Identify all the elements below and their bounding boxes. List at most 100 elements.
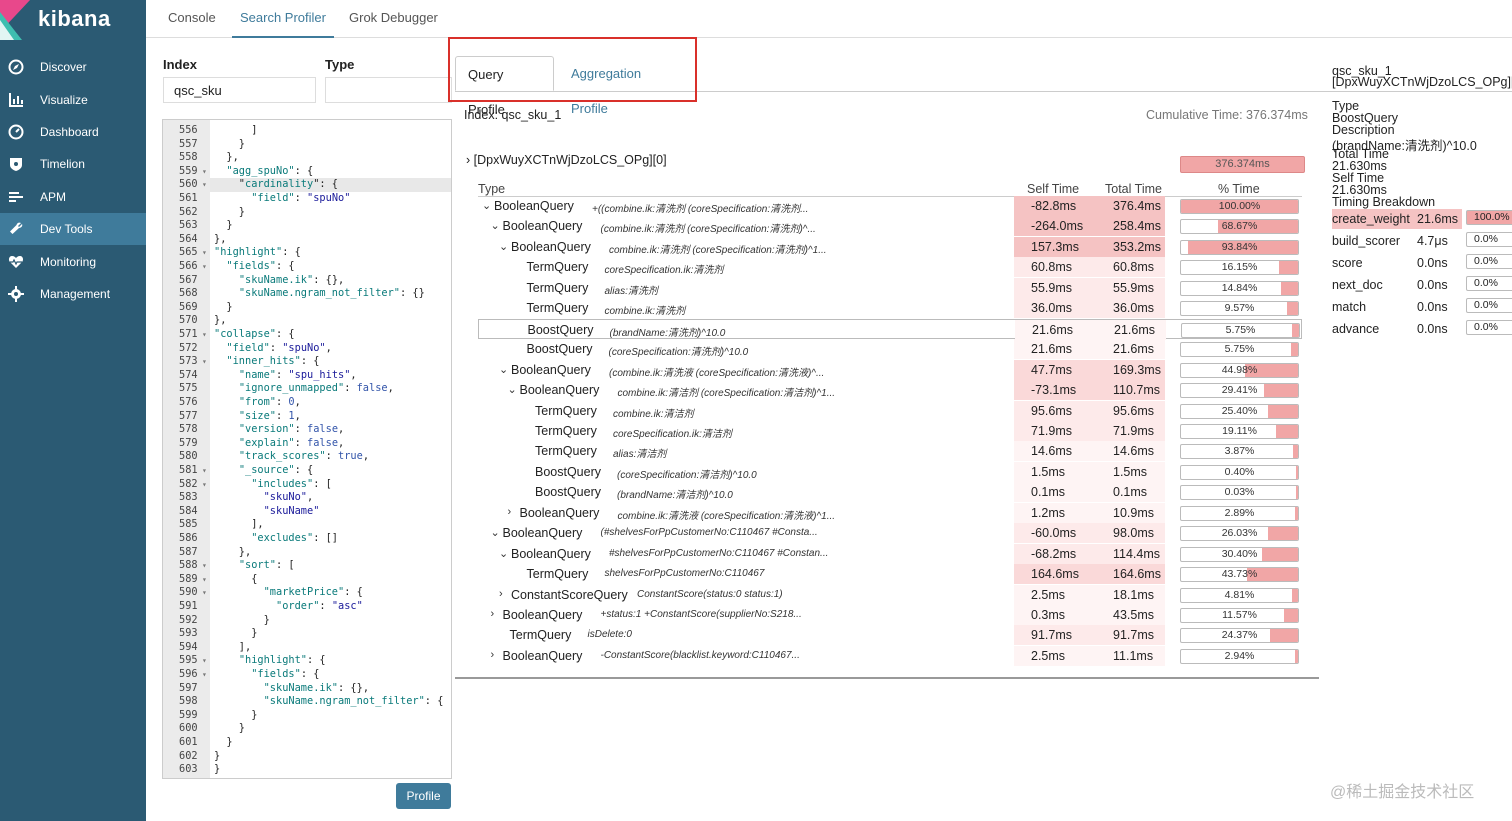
- line-number: 568: [163, 287, 210, 301]
- chevron-down-icon[interactable]: ⌄: [482, 199, 491, 212]
- table-row[interactable]: › BooleanQuery combine.ik:清洗液 (coreSpecifi…: [478, 502, 1302, 523]
- total-time: 110.7ms: [1088, 380, 1165, 401]
- code-token: ,: [362, 450, 370, 463]
- kibana-logo[interactable]: kibana: [0, 0, 146, 40]
- chevron-down-icon[interactable]: ⌄: [499, 240, 508, 253]
- code-token: "highlight": [214, 246, 283, 259]
- tab-grok-debugger[interactable]: Grok Debugger: [341, 0, 446, 38]
- code-line: "marketPrice": {: [214, 586, 363, 600]
- chevron-right-icon[interactable]: ›: [499, 588, 503, 600]
- table-row[interactable]: ⌄ BooleanQuery combine.ik:清洁剂 (coreSpecifi…: [478, 380, 1302, 401]
- chevron-down-icon[interactable]: ⌄: [508, 383, 517, 396]
- index-label: Index: [163, 57, 197, 72]
- chevron-down-icon[interactable]: ⌄: [491, 219, 500, 232]
- fold-toggle-icon[interactable]: ▾: [202, 668, 207, 682]
- breakdown-name: score: [1332, 256, 1363, 270]
- chevron-down-icon[interactable]: ⌄: [499, 363, 508, 376]
- fold-toggle-icon[interactable]: ▾: [202, 573, 207, 587]
- table-row[interactable]: TermQuery shelvesForPpCustomerNo:C110467 1…: [478, 564, 1302, 585]
- chevron-down-icon[interactable]: ⌄: [499, 547, 508, 560]
- query-editor[interactable]: 556 557 558 559 ▾ 560 ▾ 561 562 563 564 565 ▾ 566 ▾ 567…: [162, 119, 452, 779]
- code-token: ,: [294, 409, 301, 422]
- percent-time-bar: 14.84%: [1180, 280, 1299, 296]
- fold-toggle-icon[interactable]: ▾: [202, 586, 207, 600]
- sidebar-item-management[interactable]: Management: [0, 278, 146, 310]
- fold-toggle-icon[interactable]: ▾: [202, 355, 207, 369]
- table-row[interactable]: TermQuery alias:清洁剂 14.6ms 14.6ms 3.87%: [478, 441, 1302, 462]
- query-description: alias:清洗剂: [604, 285, 658, 297]
- table-row[interactable]: BoostQuery (coreSpecification:清洗剂)^10.0 21…: [478, 339, 1302, 360]
- fold-toggle-icon[interactable]: ▾: [202, 178, 207, 192]
- table-row[interactable]: ⌄ BooleanQuery #shelvesForPpCustomerNo:C11…: [478, 543, 1302, 564]
- query-type: BooleanQuery: [519, 383, 600, 398]
- query-type: BoostQuery: [535, 485, 602, 500]
- line-number: 575: [163, 382, 210, 396]
- fold-toggle-icon[interactable]: ▾: [202, 654, 207, 668]
- table-row[interactable]: BoostQuery (brandName:清洁剂)^10.0 0.1ms 0.1ms…: [478, 482, 1302, 503]
- fold-toggle-icon[interactable]: ▾: [202, 260, 207, 274]
- total-time: 55.9ms: [1088, 277, 1165, 298]
- fold-toggle-icon[interactable]: ▾: [202, 478, 207, 492]
- code-token: "highlight": [238, 654, 308, 667]
- chevron-right-icon[interactable]: ›: [508, 506, 512, 518]
- table-row[interactable]: TermQuery coreSpecification.ik:清洁剂 71.9ms 7…: [478, 420, 1302, 441]
- tab-search-profiler[interactable]: Search Profiler: [232, 0, 334, 38]
- code-token: "skuName": [263, 504, 320, 517]
- table-row[interactable]: ⌄ BooleanQuery combine.ik:清洗剂 (coreSpecifi…: [478, 236, 1302, 257]
- sidebar-item-visualize[interactable]: Visualize: [0, 84, 146, 116]
- line-number-text: 562: [179, 205, 198, 218]
- sidebar-item-monitoring[interactable]: Monitoring: [0, 246, 146, 278]
- table-row[interactable]: BoostQuery (brandName:清洗剂)^10.0 21.6ms 21.6…: [478, 318, 1302, 340]
- table-row[interactable]: TermQuery isDelete:0 91.7ms 91.7ms 24.37%: [478, 625, 1302, 646]
- code-line: "cardinality": {: [214, 178, 338, 192]
- code-token: : {: [300, 668, 320, 680]
- table-row[interactable]: ⌄ BooleanQuery +((combine.ik:清洗剂 (coreSpec…: [478, 196, 1302, 216]
- self-time: -264.0ms: [1014, 216, 1088, 237]
- line-number-text: 566: [179, 260, 198, 272]
- chevron-right-icon[interactable]: ›: [491, 608, 495, 620]
- sidebar-item-apm[interactable]: APM: [0, 181, 146, 213]
- table-row[interactable]: BoostQuery (coreSpecification:清洁剂)^10.0 1.…: [478, 461, 1302, 482]
- code-token: : {: [276, 260, 295, 272]
- type-input[interactable]: [325, 77, 452, 103]
- table-row[interactable]: ⌄ BooleanQuery (combine.ik:清洗剂 (coreSpecif…: [478, 216, 1302, 237]
- sidebar-item-timelion[interactable]: Timelion: [0, 148, 146, 180]
- table-row[interactable]: › BooleanQuery -ConstantScore(blacklist.ke…: [478, 645, 1302, 666]
- table-row[interactable]: ⌄ BooleanQuery (combine.ik:清洗液 (coreSpecif…: [478, 359, 1302, 380]
- fold-toggle-icon[interactable]: ▾: [202, 464, 207, 478]
- chevron-down-icon[interactable]: ⌄: [491, 526, 500, 539]
- table-row[interactable]: TermQuery alias:清洗剂 55.9ms 55.9ms 14.84%: [478, 277, 1302, 298]
- sidebar-item-discover[interactable]: Discover: [0, 51, 146, 83]
- table-row[interactable]: TermQuery combine.ik:清洗剂 36.0ms 36.0ms 9.57%: [478, 298, 1302, 319]
- sidebar-item-label: Discover: [40, 60, 87, 74]
- line-number: 570: [163, 314, 210, 328]
- table-row[interactable]: TermQuery coreSpecification.ik:清洗剂 60.8ms 6…: [478, 257, 1302, 278]
- line-number-text: 578: [179, 423, 198, 436]
- table-row[interactable]: TermQuery combine.ik:清洁剂 95.6ms 95.6ms 25.40…: [478, 400, 1302, 421]
- fold-toggle-icon[interactable]: ▾: [202, 559, 207, 573]
- query-description: coreSpecification.ik:清洗剂: [604, 265, 724, 277]
- table-row[interactable]: ⌄ BooleanQuery (#shelvesForPpCustomerNo:C1…: [478, 523, 1302, 544]
- fold-toggle-icon[interactable]: ▾: [202, 165, 207, 179]
- line-number-text: 573: [179, 355, 198, 368]
- line-number-text: 561: [179, 192, 198, 204]
- code-token: }: [214, 736, 233, 748]
- index-input[interactable]: qsc_sku: [163, 77, 316, 103]
- shard-toggle[interactable]: › [DpxWuyXCTnWjDzoLCS_OPg][0]: [466, 153, 667, 167]
- chevron-right-icon[interactable]: ›: [491, 649, 495, 661]
- sidebar-item-label: Management: [40, 287, 111, 301]
- line-number-text: 557: [179, 137, 198, 150]
- table-row[interactable]: › ConstantScoreQuery ConstantScore(status:…: [478, 584, 1302, 605]
- fold-toggle-icon[interactable]: ▾: [202, 246, 207, 260]
- self-time: -68.2ms: [1014, 543, 1088, 564]
- line-number: 573 ▾: [163, 355, 210, 369]
- table-row[interactable]: › BooleanQuery +status:1 +ConstantScore(su…: [478, 605, 1302, 625]
- tab-console[interactable]: Console: [160, 0, 224, 38]
- code-token: "field": [226, 341, 270, 354]
- code-line: "skuNo",: [214, 491, 314, 505]
- line-number: 587: [163, 546, 210, 560]
- sidebar-item-dashboard[interactable]: Dashboard: [0, 116, 146, 148]
- profile-button[interactable]: Profile: [396, 783, 451, 809]
- fold-toggle-icon[interactable]: ▾: [202, 328, 207, 342]
- sidebar-item-dev-tools[interactable]: Dev Tools: [0, 213, 146, 245]
